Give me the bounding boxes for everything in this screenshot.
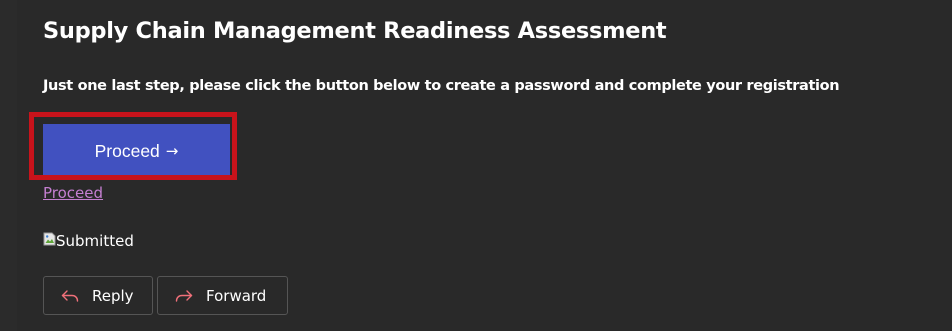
highlight-annotation-box <box>29 112 237 180</box>
left-gutter <box>0 0 17 331</box>
submitted-image: Submitted <box>43 232 134 250</box>
forward-icon <box>175 289 193 303</box>
reply-icon <box>61 289 79 303</box>
forward-label: Forward <box>206 286 267 305</box>
email-title: Supply Chain Management Readiness Assess… <box>43 18 667 44</box>
reply-label: Reply <box>92 286 134 305</box>
forward-button[interactable]: Forward <box>157 276 288 315</box>
reply-button[interactable]: Reply <box>43 276 153 315</box>
broken-image-icon <box>43 232 56 246</box>
submitted-image-alt-text: Submitted <box>56 232 134 250</box>
email-instruction: Just one last step, please click the but… <box>43 78 840 94</box>
proceed-link[interactable]: Proceed <box>43 184 103 202</box>
